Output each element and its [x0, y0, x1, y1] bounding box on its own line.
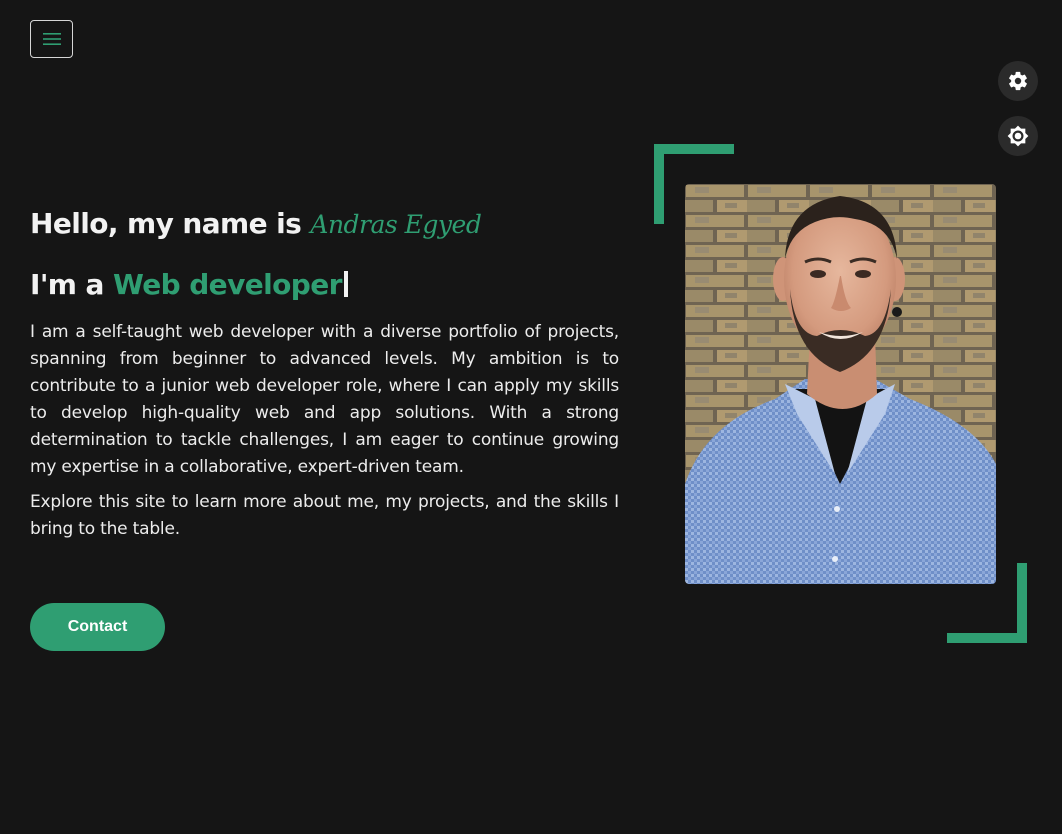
explore-paragraph: Explore this site to learn more about me… [30, 492, 619, 539]
profile-photo [685, 184, 996, 584]
portfolio-page: Hello, my name is Andras Egyed I'm a Web… [0, 0, 1062, 834]
menu-button[interactable] [30, 20, 73, 58]
about-paragraph: I am a self-taught web developer with a … [30, 322, 619, 477]
greeting-prefix: Hello, my name is [30, 207, 302, 240]
bracket-top-left-vertical [654, 144, 664, 224]
sun-icon [1007, 125, 1029, 147]
role-title: Web developer [112, 268, 342, 301]
contact-button[interactable]: Contact [30, 603, 165, 651]
hero-text: Hello, my name is Andras Egyed I'm a Web… [30, 200, 619, 543]
bracket-bottom-right-vertical [1017, 563, 1027, 643]
bracket-bottom-right-horizontal [947, 633, 1027, 643]
role-prefix: I'm a [30, 268, 104, 301]
typing-caret [343, 271, 348, 297]
greeting-heading: Hello, my name is Andras Egyed [30, 200, 619, 249]
name-signature: Andras Egyed [310, 210, 482, 239]
settings-button[interactable] [998, 61, 1038, 101]
hamburger-icon [42, 33, 61, 45]
theme-toggle-button[interactable] [998, 116, 1038, 156]
profile-photo-image [685, 184, 996, 584]
role-heading: I'm a Web developer [30, 261, 619, 309]
bracket-top-left-horizontal [654, 144, 734, 154]
gear-icon [1009, 71, 1027, 91]
